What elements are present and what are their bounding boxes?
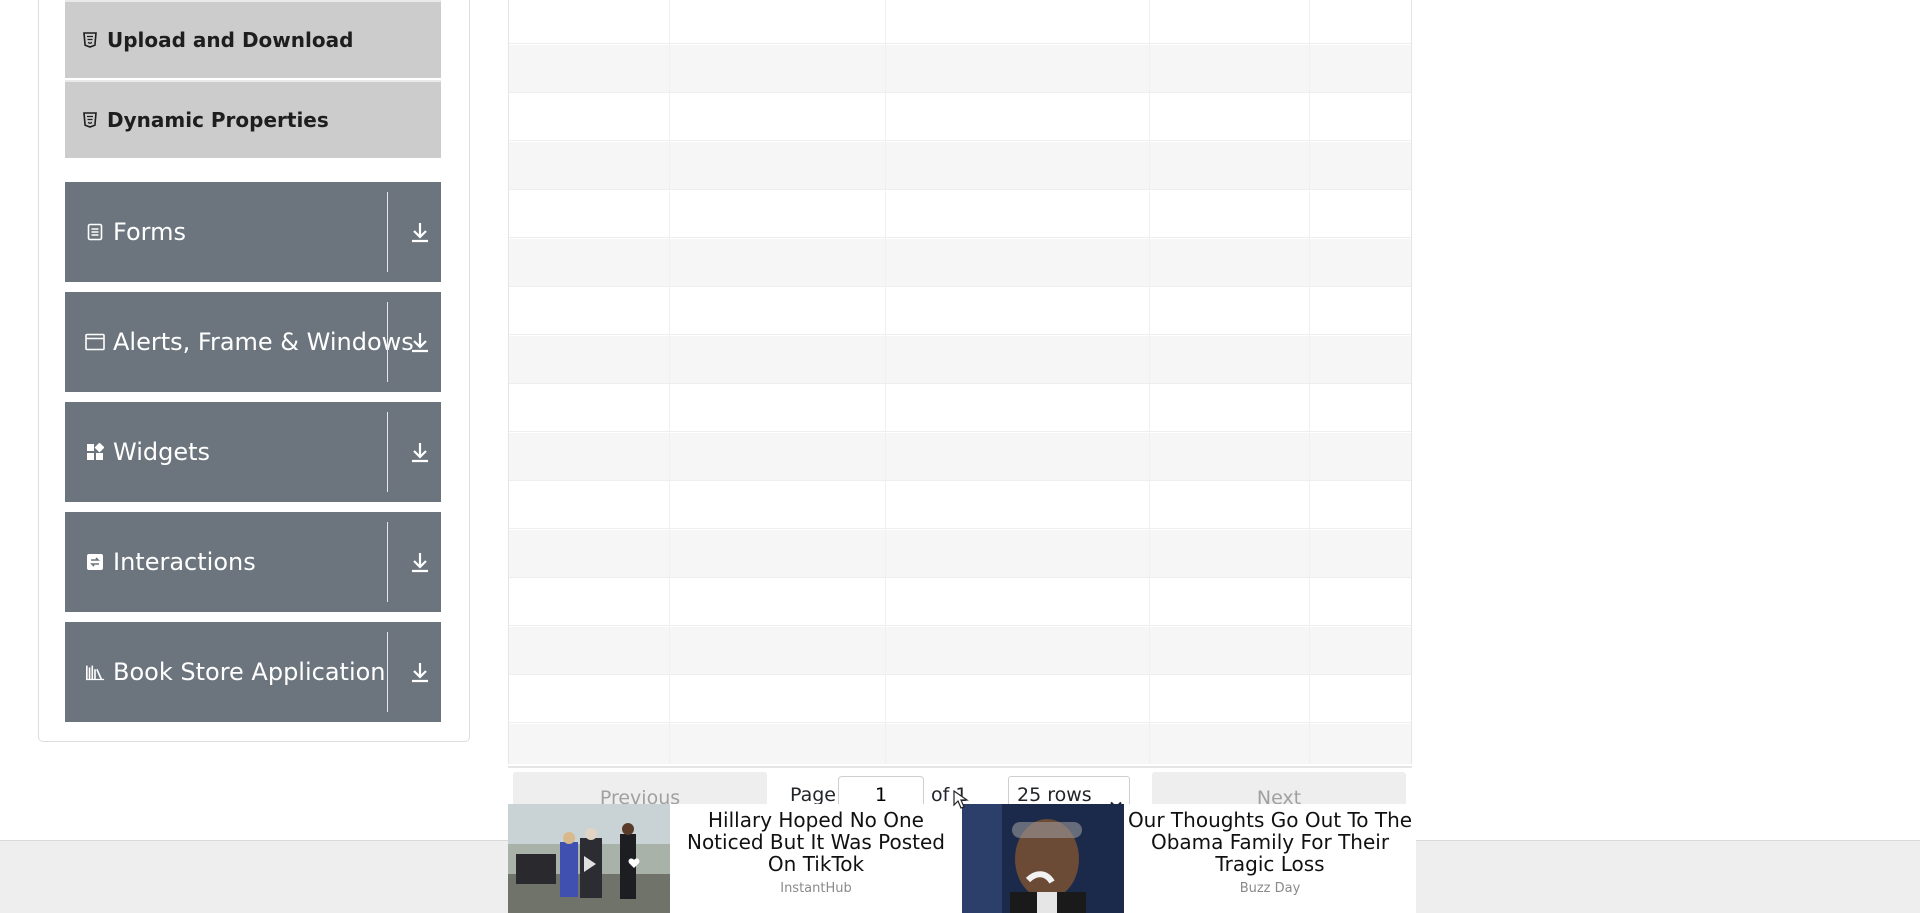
download-arrow-icon[interactable] [408,660,432,684]
group-header-widgets[interactable]: Widgets [65,402,441,502]
rows-per-page-value: 25 rows [1017,784,1092,806]
table-row [509,481,1411,529]
download-arrow-icon[interactable] [408,330,432,354]
ad-card[interactable]: Our Thoughts Go Out To The Obama Family … [962,804,1416,913]
table-row [509,675,1411,723]
group-label: Alerts, Frame & Windows [113,328,414,356]
column-divider [1149,0,1150,764]
table-row [509,335,1411,384]
divider [387,192,388,272]
library-icon [85,662,105,682]
group-header-forms[interactable]: Forms [65,182,441,282]
menu-item-upload-and-download[interactable]: Upload and Download [65,0,441,78]
window-icon [85,332,105,352]
data-table [508,0,1412,764]
chevron-down-icon [1109,788,1123,809]
download-arrow-icon[interactable] [408,220,432,244]
group-label: Widgets [113,438,211,466]
menu-item-label: Dynamic Properties [107,108,329,132]
table-row [509,432,1411,481]
ad-source: InstantHub [780,881,852,896]
html5-icon [83,112,97,128]
divider [387,632,388,712]
group-label: Forms [113,218,186,246]
mouse-cursor [952,789,970,810]
ad-source: Buzz Day [1239,881,1301,896]
divider [387,412,388,492]
menu-item-label: Upload and Download [107,28,354,52]
download-arrow-icon[interactable] [408,440,432,464]
table-row [509,238,1411,287]
table-row [509,723,1411,764]
download-arrow-icon[interactable] [408,550,432,574]
group-header-book-store-application[interactable]: Book Store Application [65,622,441,722]
ad-thumbnail[interactable] [962,804,1124,913]
group-header-interactions[interactable]: Interactions [65,512,441,612]
group-label: Book Store Application [113,658,386,686]
advertisement-strip[interactable]: Hillary Hoped No One Noticed But It Was … [508,804,1416,913]
interactions-icon [85,552,105,572]
ad-headline[interactable]: Hillary Hoped No One Noticed But It Was … [670,809,962,875]
table-row [509,384,1411,432]
ad-headline[interactable]: Our Thoughts Go Out To The Obama Family … [1124,809,1416,875]
column-divider [885,0,886,764]
table-row [509,44,1411,93]
ad-thumbnail[interactable] [508,804,670,913]
group-label: Interactions [113,548,256,576]
ad-card[interactable]: Hillary Hoped No One Noticed But It Was … [508,804,962,913]
table-row [509,190,1411,238]
table-row [509,529,1411,578]
menu-item-dynamic-properties[interactable]: Dynamic Properties [65,80,441,158]
column-divider [669,0,670,764]
page-label: Page [790,784,836,806]
table-row [509,141,1411,190]
table-row [509,626,1411,675]
widgets-icon [85,442,105,462]
column-divider [1309,0,1310,764]
table-row [509,287,1411,335]
divider [387,522,388,602]
table-row [509,93,1411,141]
table-row [509,0,1411,44]
group-header-alerts-frame-windows[interactable]: Alerts, Frame & Windows [65,292,441,392]
table-row [509,578,1411,626]
divider [387,302,388,382]
document-icon [85,222,105,242]
html5-icon [83,32,97,48]
